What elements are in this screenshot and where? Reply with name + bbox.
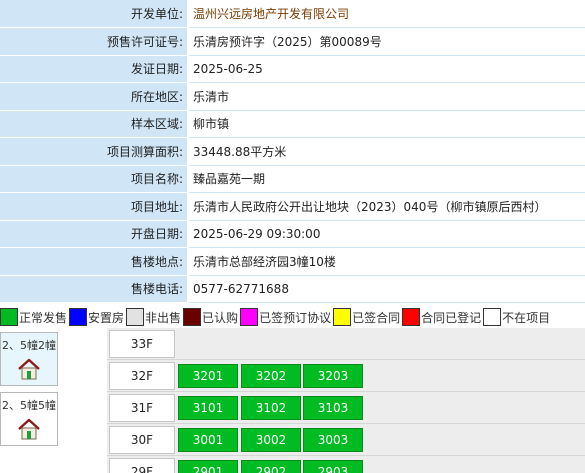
legend-label: 已签合同 [352,310,401,325]
developer-value: 温州兴远房地产开发有限公司 [188,0,585,28]
floor-unit-grid: 33F 32F 3201 3202 3203 31F 3101 3102 310… [107,328,585,473]
legend-label: 已签预订协议 [259,310,332,325]
legend-label: 安置房 [88,310,125,325]
unit-button[interactable]: 3103 [303,396,363,420]
legend-swatch [183,308,202,326]
info-label: 样本区域: [0,110,189,138]
legend-item-contract-signed: 已签合同 [333,308,400,326]
legend-label: 非出售 [145,310,182,325]
legend-swatch [0,308,18,326]
address-value: 乐清市人民政府公开出让地块（2023）040号（柳市镇原后西村） [188,192,585,221]
unit-button[interactable]: 3003 [303,428,363,452]
sample-area-value: 柳市镇 [188,110,585,138]
legend-label: 合同已登记 [421,310,482,325]
floor-label: 30F [109,426,175,454]
info-label: 售楼地点: [0,247,189,276]
floor-row-31: 31F 3101 3102 3103 [107,392,585,424]
floor-row-33: 33F [107,328,585,360]
legend-swatch [483,308,502,326]
building-name: 2、5幢5幢 [2,399,56,412]
floor-label: 29F [109,458,175,473]
unit-button[interactable]: 3002 [241,428,301,452]
legend-swatch [402,308,421,326]
unit-button[interactable]: 3001 [178,428,238,452]
info-label: 预售许可证号: [0,27,189,56]
unit-button[interactable]: 3203 [303,364,363,388]
floor-row-29: 29F 2901 2902 2903 [107,456,585,473]
info-label: 开发单位: [0,0,189,28]
project-info-table: 开发单位: 温州兴远房地产开发有限公司 预售许可证号: 乐清房预许字（2025）… [0,0,585,303]
info-row-sample-area: 样本区域: 柳市镇 [0,110,585,138]
floor-label: 31F [109,394,175,422]
unit-button[interactable]: 3102 [241,396,301,420]
info-label: 开盘日期: [0,220,189,248]
legend-item-reservation-signed: 已签预订协议 [240,308,331,326]
info-row-project-name: 项目名称: 臻品嘉苑一期 [0,165,585,193]
floor-row-32: 32F 3201 3202 3203 [107,360,585,392]
building-card-5[interactable]: 2、5幢5幢 [0,392,58,446]
legend-item-resettlement: 安置房 [69,308,124,326]
info-row-district: 所在地区: 乐清市 [0,82,585,111]
legend-item-subscribed: 已认购 [183,308,238,326]
legend-swatch [240,308,259,326]
legend-label: 正常发售 [19,310,68,325]
legend-item-contract-registered: 合同已登记 [402,308,481,326]
legend-swatch [333,308,352,326]
info-row-developer: 开发单位: 温州兴远房地产开发有限公司 [0,0,585,28]
info-row-permit: 预售许可证号: 乐清房预许字（2025）第00089号 [0,27,585,56]
info-label: 所在地区: [0,82,189,111]
unit-button[interactable]: 2901 [178,460,238,473]
info-row-open-date: 开盘日期: 2025-06-29 09:30:00 [0,220,585,248]
house-icon [18,358,40,380]
legend-item-not-for-sale: 非出售 [126,308,181,326]
info-label: 项目名称: [0,165,189,193]
info-row-sales-office: 售楼地点: 乐清市总部经济园3幢10楼 [0,247,585,276]
info-label: 发证日期: [0,55,189,83]
legend-label: 不在项目 [502,310,551,325]
legend-item-not-in-project: 不在项目 [483,308,550,326]
info-label: 项目测算面积: [0,137,189,166]
building-card-2[interactable]: 2、5幢2幢 [0,332,58,386]
info-label: 售楼电话: [0,275,189,303]
legend-item-normal-sale: 正常发售 [0,308,67,326]
info-row-issue-date: 发证日期: 2025-06-25 [0,55,585,83]
floor-row-30: 30F 3001 3002 3003 [107,424,585,456]
info-row-phone: 售楼电话: 0577-62771688 [0,275,585,303]
unit-button[interactable]: 3202 [241,364,301,388]
legend-swatch [69,308,88,326]
unit-button[interactable]: 2903 [303,460,363,473]
info-label: 项目地址: [0,192,189,221]
phone-value: 0577-62771688 [188,275,585,303]
house-icon [18,418,40,440]
open-date-value: 2025-06-29 09:30:00 [188,220,585,248]
permit-value: 乐清房预许字（2025）第00089号 [188,27,585,56]
status-legend: 正常发售 安置房 非出售 已认购 已签预订协议 已签合同 合同已登记 不在项目 [0,306,585,328]
info-row-area: 项目测算面积: 33448.88平方米 [0,137,585,166]
unit-button[interactable]: 3101 [178,396,238,420]
legend-label: 已认购 [202,310,239,325]
sales-office-value: 乐清市总部经济园3幢10楼 [188,247,585,276]
unit-button[interactable]: 3201 [178,364,238,388]
issue-date-value: 2025-06-25 [188,55,585,83]
info-row-address: 项目地址: 乐清市人民政府公开出让地块（2023）040号（柳市镇原后西村） [0,192,585,221]
legend-swatch [126,308,145,326]
floor-label: 32F [109,362,175,390]
floor-label: 33F [109,330,175,358]
project-name-value: 臻品嘉苑一期 [188,165,585,193]
district-value: 乐清市 [188,82,585,111]
building-name: 2、5幢2幢 [2,339,56,352]
area-value: 33448.88平方米 [188,137,585,166]
unit-button[interactable]: 2902 [241,460,301,473]
